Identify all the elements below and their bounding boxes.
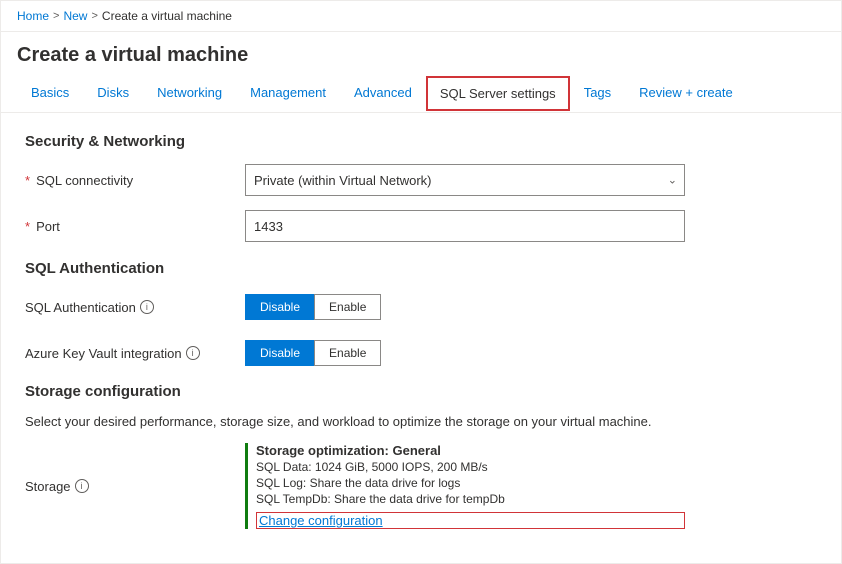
storage-value-box: Storage optimization: General SQL Data: … — [256, 443, 685, 529]
tab-disks[interactable]: Disks — [83, 75, 143, 112]
breadcrumb-new[interactable]: New — [63, 9, 87, 23]
sql-auth-toggle-group: Disable Enable — [245, 294, 685, 320]
key-vault-toggle: Disable Enable — [245, 340, 685, 366]
storage-info-icon[interactable]: i — [75, 479, 89, 493]
storage-row: Storage i Storage optimization: General … — [25, 443, 817, 529]
content-area: Security & Networking * SQL connectivity… — [1, 113, 841, 563]
sql-connectivity-required: * — [25, 173, 30, 188]
port-control — [245, 210, 685, 242]
port-input[interactable] — [245, 210, 685, 242]
key-vault-row: Azure Key Vault integration i Disable En… — [25, 337, 817, 369]
sql-connectivity-select[interactable]: Private (within Virtual Network) Public … — [245, 164, 685, 196]
storage-value: Storage optimization: General SQL Data: … — [245, 443, 685, 529]
breadcrumb-sep-1: > — [53, 10, 59, 22]
page-header: Create a virtual machine — [1, 32, 841, 75]
sql-auth-row: SQL Authentication i Disable Enable — [25, 291, 817, 323]
breadcrumb-sep-2: > — [91, 10, 97, 22]
tab-basics[interactable]: Basics — [17, 75, 83, 112]
storage-config-section: Storage configuration Select your desire… — [25, 383, 817, 529]
tab-review-create[interactable]: Review + create — [625, 75, 747, 112]
key-vault-disable-button[interactable]: Disable — [245, 340, 314, 366]
storage-detail-3: SQL TempDb: Share the data drive for tem… — [256, 492, 685, 506]
port-label: * Port — [25, 219, 245, 234]
breadcrumb-home[interactable]: Home — [17, 9, 49, 23]
sql-connectivity-select-wrapper: Private (within Virtual Network) Public … — [245, 164, 685, 196]
storage-details-box: Storage optimization: General SQL Data: … — [245, 443, 685, 529]
key-vault-label: Azure Key Vault integration i — [25, 346, 245, 361]
breadcrumb-current: Create a virtual machine — [102, 9, 232, 23]
tab-networking[interactable]: Networking — [143, 75, 236, 112]
storage-opt-title: Storage optimization: General — [256, 443, 685, 458]
tab-tags[interactable]: Tags — [570, 75, 625, 112]
sql-auth-label: SQL Authentication i — [25, 300, 245, 315]
sql-connectivity-label: * SQL connectivity — [25, 173, 245, 188]
key-vault-toggle-group: Disable Enable — [245, 340, 685, 366]
sql-auth-toggle: Disable Enable — [245, 294, 685, 320]
sql-auth-disable-button[interactable]: Disable — [245, 294, 314, 320]
breadcrumb: Home > New > Create a virtual machine — [1, 1, 841, 32]
key-vault-info-icon[interactable]: i — [186, 346, 200, 360]
page-title: Create a virtual machine — [17, 44, 825, 67]
storage-detail-1: SQL Data: 1024 GiB, 5000 IOPS, 200 MB/s — [256, 460, 685, 474]
sql-auth-section: SQL Authentication SQL Authentication i … — [25, 260, 817, 369]
storage-config-title: Storage configuration — [25, 383, 817, 400]
tabs-nav: Basics Disks Networking Management Advan… — [1, 75, 841, 113]
sql-connectivity-control: Private (within Virtual Network) Public … — [245, 164, 685, 196]
sql-auth-enable-button[interactable]: Enable — [314, 294, 381, 320]
tab-sql-server-settings[interactable]: SQL Server settings — [426, 76, 570, 111]
port-required: * — [25, 219, 30, 234]
key-vault-enable-button[interactable]: Enable — [314, 340, 381, 366]
sql-connectivity-row: * SQL connectivity Private (within Virtu… — [25, 164, 817, 196]
storage-config-description: Select your desired performance, storage… — [25, 414, 817, 429]
sql-auth-info-icon[interactable]: i — [140, 300, 154, 314]
tab-management[interactable]: Management — [236, 75, 340, 112]
port-row: * Port — [25, 210, 817, 242]
change-configuration-link[interactable]: Change configuration — [256, 512, 685, 529]
storage-label: Storage i — [25, 479, 245, 494]
tab-advanced[interactable]: Advanced — [340, 75, 426, 112]
security-networking-title: Security & Networking — [25, 133, 817, 150]
storage-detail-2: SQL Log: Share the data drive for logs — [256, 476, 685, 490]
page-wrapper: Home > New > Create a virtual machine Cr… — [0, 0, 842, 564]
sql-auth-title: SQL Authentication — [25, 260, 817, 277]
